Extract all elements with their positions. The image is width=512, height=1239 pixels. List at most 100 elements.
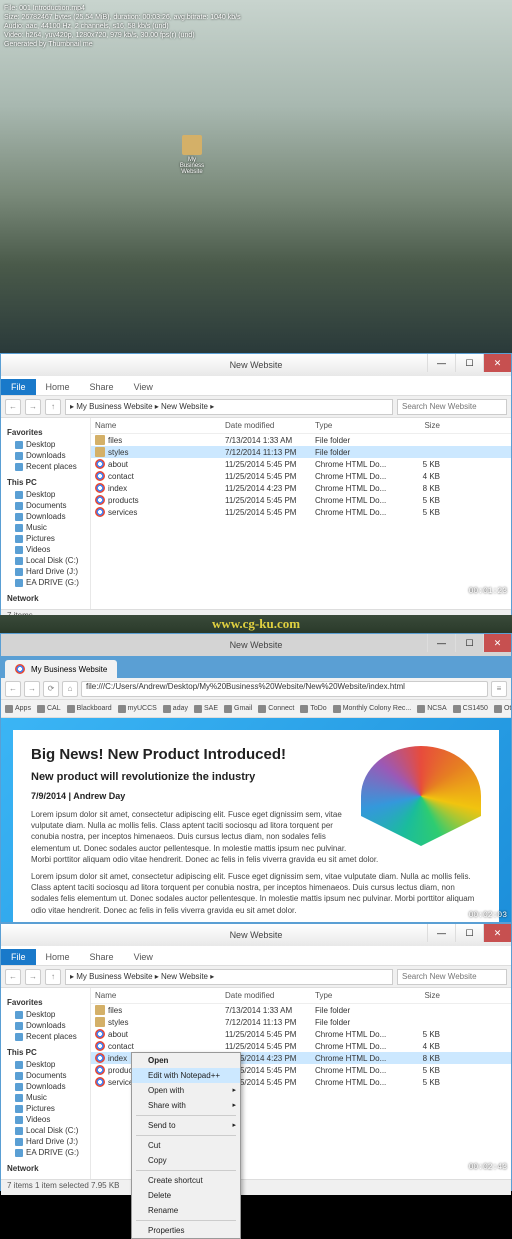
cm-sendto[interactable]: Send to▸ [132,1118,240,1133]
file-row[interactable]: services11/25/2014 5:45 PMChrome HTML Do… [91,506,511,518]
breadcrumb[interactable]: ▸ My Business Website ▸ New Website ▸ [65,969,393,985]
file-row[interactable]: styles7/12/2014 11:13 PMFile folder [91,1016,511,1028]
col-name[interactable]: Name [95,421,225,430]
maximize-button[interactable]: ☐ [455,354,483,372]
cm-rename[interactable]: Rename [132,1203,240,1218]
cm-createshortcut[interactable]: Create shortcut [132,1173,240,1188]
up-button[interactable]: ↑ [45,969,61,985]
sidebar-item-desktop2[interactable]: Desktop [1,489,90,500]
file-row[interactable]: index11/25/2014 4:23 PMChrome HTML Do...… [91,482,511,494]
maximize-button[interactable]: ☐ [455,634,483,652]
maximize-button[interactable]: ☐ [455,924,483,942]
file-row[interactable]: files7/13/2014 1:33 AMFile folder [91,434,511,446]
bookmark-item[interactable]: SAE [194,705,218,713]
sidebar-favorites[interactable]: Favorites [1,426,90,439]
file-row[interactable]: about11/25/2014 5:45 PMChrome HTML Do...… [91,1028,511,1040]
bookmark-item[interactable]: NCSA [417,705,446,713]
sidebar-item-desktop[interactable]: Desktop [1,1009,90,1020]
sidebar-favorites[interactable]: Favorites [1,996,90,1009]
back-button[interactable]: ← [5,681,21,697]
cm-cut[interactable]: Cut [132,1138,240,1153]
cm-copy[interactable]: Copy [132,1153,240,1168]
col-size[interactable]: Size [400,991,440,1000]
close-button[interactable]: ✕ [483,354,511,372]
sidebar-item-downloads[interactable]: Downloads [1,1020,90,1031]
cm-sharewith[interactable]: Share with▸ [132,1098,240,1113]
sidebar-network[interactable]: Network [1,592,90,605]
file-row[interactable]: files7/13/2014 1:33 AMFile folder [91,1004,511,1016]
breadcrumb[interactable]: ▸ My Business Website ▸ New Website ▸ [65,399,393,415]
sidebar-item-localc[interactable]: Local Disk (C:) [1,1125,90,1136]
sidebar-item-desktop2[interactable]: Desktop [1,1059,90,1070]
sidebar-item-downloads2[interactable]: Downloads [1,511,90,522]
other-bookmarks[interactable]: Other bookmarks [494,705,511,713]
file-row[interactable]: contact11/25/2014 5:45 PMChrome HTML Do.… [91,470,511,482]
bookmark-item[interactable]: myUCCS [118,705,157,713]
bookmark-item[interactable]: CAL [37,705,61,713]
sidebar-thispc[interactable]: This PC [1,1046,90,1059]
col-type[interactable]: Type [315,421,400,430]
sidebar-item-ea[interactable]: EA DRIVE (G:) [1,1147,90,1158]
cm-editwith[interactable]: Edit with Notepad++ [132,1068,240,1083]
minimize-button[interactable]: — [427,924,455,942]
sidebar-item-recent[interactable]: Recent places [1,1031,90,1042]
tab-share[interactable]: Share [80,379,124,395]
bookmark-item[interactable]: Apps [5,705,31,713]
sidebar-item-pictures[interactable]: Pictures [1,1103,90,1114]
tab-view[interactable]: View [124,949,163,965]
bookmark-item[interactable]: Blackboard [67,705,112,713]
close-button[interactable]: ✕ [483,634,511,652]
sidebar-item-music[interactable]: Music [1,522,90,533]
file-row[interactable]: contact11/25/2014 5:45 PMChrome HTML Do.… [91,1040,511,1052]
sidebar-item-localc[interactable]: Local Disk (C:) [1,555,90,566]
sidebar-item-recent[interactable]: Recent places [1,461,90,472]
sidebar-item-pictures[interactable]: Pictures [1,533,90,544]
sidebar-item-desktop[interactable]: Desktop [1,439,90,450]
cm-openwith[interactable]: Open with▸ [132,1083,240,1098]
sidebar-item-hardd[interactable]: Hard Drive (J:) [1,566,90,577]
sidebar-item-documents[interactable]: Documents [1,1070,90,1081]
col-size[interactable]: Size [400,421,440,430]
col-date[interactable]: Date modified [225,991,315,1000]
sidebar-thispc[interactable]: This PC [1,476,90,489]
search-input[interactable] [397,969,507,985]
forward-button[interactable]: → [25,969,41,985]
sidebar-item-downloads2[interactable]: Downloads [1,1081,90,1092]
bookmark-item[interactable]: Connect [258,705,294,713]
sidebar-network[interactable]: Network [1,1162,90,1175]
sidebar-item-hardd[interactable]: Hard Drive (J:) [1,1136,90,1147]
cm-properties[interactable]: Properties [132,1223,240,1238]
back-button[interactable]: ← [5,399,21,415]
bookmark-item[interactable]: Monthly Colony Rec... [333,705,411,713]
col-type[interactable]: Type [315,991,400,1000]
col-name[interactable]: Name [95,991,225,1000]
minimize-button[interactable]: — [427,634,455,652]
menu-button[interactable]: ≡ [491,681,507,697]
tab-file[interactable]: File [1,379,36,395]
sidebar-item-videos[interactable]: Videos [1,544,90,555]
close-button[interactable]: ✕ [483,924,511,942]
sidebar-item-documents[interactable]: Documents [1,500,90,511]
cm-delete[interactable]: Delete [132,1188,240,1203]
bookmark-item[interactable]: ToDo [300,705,326,713]
forward-button[interactable]: → [24,681,40,697]
minimize-button[interactable]: — [427,354,455,372]
reload-button[interactable]: ⟳ [43,681,59,697]
file-row[interactable]: products11/25/2014 5:45 PMChrome HTML Do… [91,494,511,506]
tab-file[interactable]: File [1,949,36,965]
back-button[interactable]: ← [5,969,21,985]
home-button[interactable]: ⌂ [62,681,78,697]
forward-button[interactable]: → [25,399,41,415]
tab-view[interactable]: View [124,379,163,395]
cm-open[interactable]: Open [132,1053,240,1068]
sidebar-item-videos[interactable]: Videos [1,1114,90,1125]
bookmark-item[interactable]: aday [163,705,188,713]
col-date[interactable]: Date modified [225,421,315,430]
sidebar-item-downloads[interactable]: Downloads [1,450,90,461]
address-input[interactable]: file:///C:/Users/Andrew/Desktop/My%20Bus… [81,681,488,697]
browser-tab[interactable]: My Business Website [5,660,117,678]
tab-share[interactable]: Share [80,949,124,965]
up-button[interactable]: ↑ [45,399,61,415]
bookmark-item[interactable]: Gmail [224,705,252,713]
file-row[interactable]: styles7/12/2014 11:13 PMFile folder [91,446,511,458]
